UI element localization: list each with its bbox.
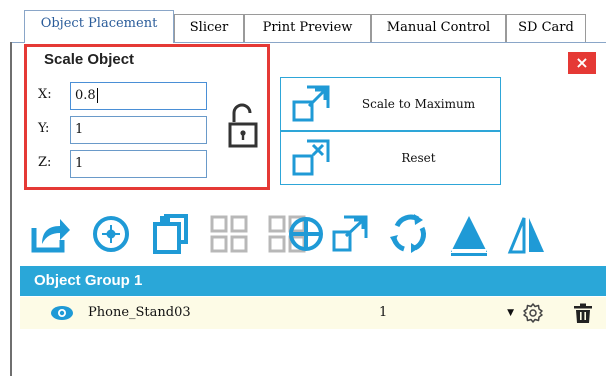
z-label: Z: bbox=[38, 155, 52, 170]
chevron-down-icon: ▼ bbox=[507, 308, 514, 318]
scale-y-input[interactable]: 1 bbox=[70, 116, 207, 144]
scale-z-input[interactable]: 1 bbox=[70, 150, 207, 178]
unlocked-padlock-icon[interactable] bbox=[226, 102, 266, 152]
scale-to-maximum-label: Scale to Maximum bbox=[361, 97, 476, 111]
rotate-icon[interactable] bbox=[388, 208, 430, 258]
y-label: Y: bbox=[38, 121, 50, 136]
scale-to-maximum-button[interactable]: Scale to Maximum bbox=[280, 77, 501, 131]
object-group-header[interactable]: Object Group 1 bbox=[20, 266, 606, 296]
grid-layout-icon[interactable] bbox=[208, 208, 250, 258]
gear-icon[interactable] bbox=[522, 302, 544, 324]
object-name: Phone_Stand03 bbox=[88, 305, 191, 320]
tab-print-preview[interactable]: Print Preview bbox=[244, 14, 371, 42]
scale-up-icon bbox=[291, 84, 331, 124]
quantity-value: 1 bbox=[379, 305, 388, 320]
object-row[interactable]: Phone_Stand03 1 ▼ bbox=[20, 297, 606, 329]
close-icon[interactable]: × bbox=[568, 52, 596, 74]
trash-icon[interactable] bbox=[572, 302, 594, 324]
quantity-select[interactable]: 1 ▼ bbox=[376, 302, 518, 324]
x-label: X: bbox=[38, 87, 52, 102]
scale-y-value: 1 bbox=[75, 122, 84, 137]
tab-slicer[interactable]: Slicer bbox=[174, 14, 244, 42]
reset-scale-icon bbox=[291, 138, 331, 178]
tab-bar: Object Placement Slicer Print Preview Ma… bbox=[0, 0, 606, 43]
flatten-icon[interactable] bbox=[448, 208, 490, 258]
export-icon[interactable] bbox=[30, 208, 72, 258]
scale-x-input[interactable]: 0.8 bbox=[70, 82, 207, 110]
copy-object-icon[interactable] bbox=[150, 208, 192, 258]
scale-z-value: 1 bbox=[75, 156, 84, 171]
tab-sd-card[interactable]: SD Card bbox=[506, 14, 586, 42]
mirror-icon[interactable] bbox=[506, 208, 548, 258]
reset-label: Reset bbox=[401, 151, 436, 165]
text-caret bbox=[96, 88, 98, 103]
object-toolbar bbox=[24, 208, 564, 258]
tab-object-placement[interactable]: Object Placement bbox=[24, 10, 174, 43]
eye-icon[interactable] bbox=[50, 305, 74, 321]
scale-object-title: Scale Object bbox=[44, 51, 135, 68]
scale-icon[interactable] bbox=[330, 208, 372, 258]
scale-x-value: 0.8 bbox=[75, 88, 96, 103]
add-object-icon[interactable] bbox=[90, 208, 132, 258]
reset-scale-button[interactable]: Reset bbox=[280, 131, 501, 185]
tab-manual-control[interactable]: Manual Control bbox=[371, 14, 506, 42]
center-object-icon[interactable] bbox=[282, 208, 324, 258]
